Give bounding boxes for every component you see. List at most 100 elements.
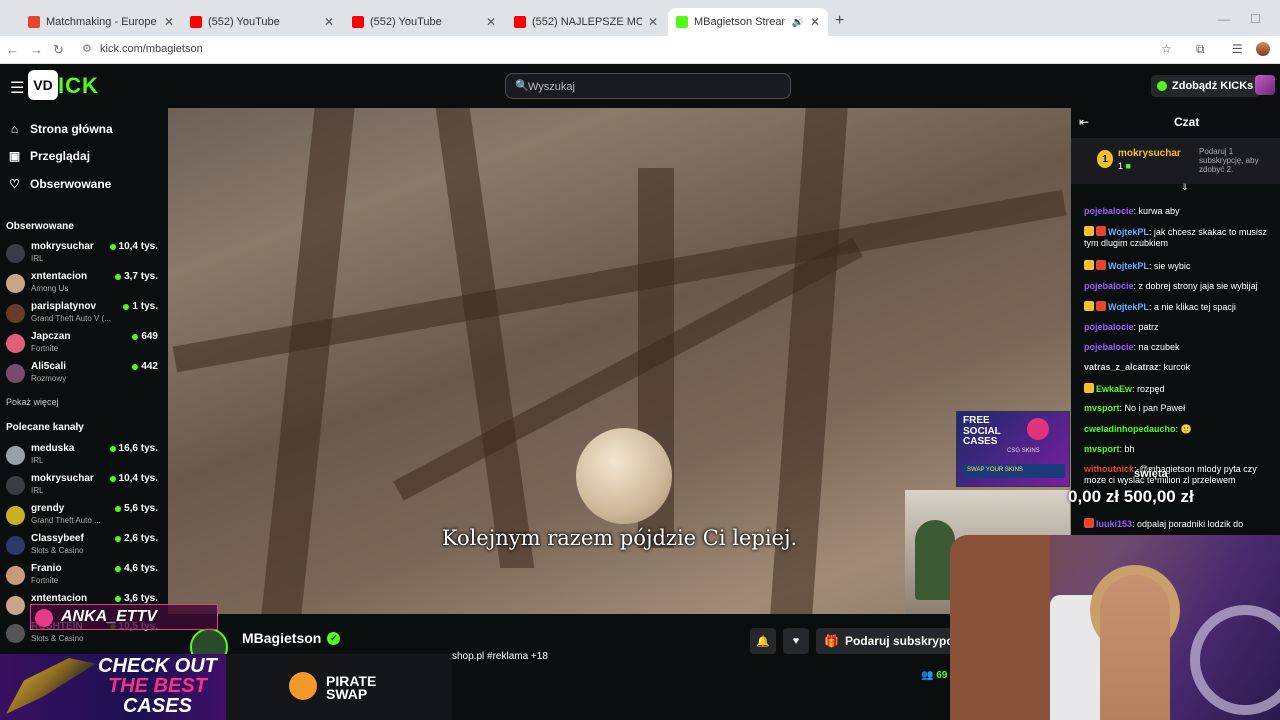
- close-icon[interactable]: ✕: [164, 15, 174, 29]
- channel-name: xntentacion: [31, 593, 88, 604]
- overlay-ad-brand: CSG SKINS: [1007, 448, 1040, 454]
- speaker-icon[interactable]: 🔊: [791, 17, 803, 28]
- url-field[interactable]: kick.com/mbagietson: [100, 43, 203, 55]
- scroll-down-icon[interactable]: ⇓: [1181, 182, 1189, 193]
- browser-tab[interactable]: (552) YouTube ✕: [182, 8, 342, 36]
- reload-icon[interactable]: ↻: [53, 42, 64, 58]
- channel-category: IRL: [31, 254, 44, 263]
- live-dot-icon: [132, 333, 139, 340]
- new-tab-icon[interactable]: +: [835, 12, 844, 30]
- tab-favicon-icon: [28, 16, 40, 28]
- minimize-icon[interactable]: —: [1218, 12, 1230, 26]
- followed-channel[interactable]: parisplatynov Grand Theft Auto V (... 1 …: [6, 301, 158, 329]
- site-info-icon[interactable]: ⚙: [82, 42, 92, 55]
- user-avatar[interactable]: [1255, 75, 1275, 95]
- maximize-icon[interactable]: ☐: [1250, 12, 1261, 26]
- menu-list-icon[interactable]: ☰: [1232, 42, 1243, 56]
- follow-heart-button[interactable]: ♥: [783, 628, 809, 654]
- hamburger-menu-icon[interactable]: ☰: [10, 78, 24, 98]
- stream-title: shop.pl #reklama +18: [452, 651, 548, 662]
- gift-icon: 🎁: [824, 634, 839, 648]
- channel-name: mokrysuchar: [31, 473, 94, 484]
- chat-message: pojebalocie: z dobrej strony jaja sie wy…: [1084, 281, 1258, 291]
- avatar: [6, 304, 25, 323]
- ad-banner-pirateswap[interactable]: PIRATE SWAP: [226, 654, 452, 720]
- browse-icon: ▣: [8, 149, 21, 163]
- instagram-icon: [1027, 418, 1049, 440]
- tab-title: Matchmaking - Europe 5v5 Qu: [46, 16, 158, 28]
- viewer-count-value: 649: [141, 331, 158, 342]
- search-icon: 🔍: [515, 80, 529, 92]
- avatar: [6, 506, 25, 525]
- browser-tab[interactable]: (552) NAJLEPSZE MOMENTY P ✕: [506, 8, 666, 36]
- ball-object: [576, 428, 672, 524]
- viewer-count: 5,6 tys.: [115, 503, 158, 514]
- channel-category: Fortnite: [31, 344, 59, 353]
- close-icon[interactable]: ✕: [486, 15, 496, 29]
- avatar: [6, 364, 25, 383]
- close-icon[interactable]: ✕: [324, 15, 334, 29]
- chat-message: pojebalocie: kurwa aby: [1084, 206, 1180, 216]
- nav-following[interactable]: ♡ Obserwowane: [8, 177, 111, 191]
- recommended-channel[interactable]: Classybeef Slots & Casino 2,6 tys.: [6, 533, 158, 561]
- logo-box-icon: VD: [28, 70, 58, 100]
- overlay-ad-free-cases[interactable]: FREE SOCIAL CASES CSG SKINS SWAP YOUR SK…: [956, 411, 1070, 487]
- pinned-gift-leaderboard[interactable]: 1 mokrysuchar 1 ■ Podaruj 1 subskrypcję,…: [1071, 138, 1280, 184]
- chat-message: luuki153: odpalaj poradniki lodzik do: [1084, 518, 1280, 530]
- ad-banner-pirateswap-text: PIRATE SWAP: [326, 673, 377, 703]
- browser-tab[interactable]: Matchmaking - Europe 5v5 Qu ✕: [20, 8, 182, 36]
- viewer-count-value: 2,6 tys.: [124, 533, 158, 544]
- show-more-link[interactable]: Pokaż więcej: [6, 397, 59, 407]
- viewer-count-value: 10,4 tys.: [118, 241, 158, 252]
- ad-banner-cases[interactable]: CHECK OUT THE BEST CASES: [0, 654, 226, 720]
- close-icon[interactable]: ✕: [810, 15, 820, 29]
- avatar: [6, 566, 25, 585]
- logo-text: ICK: [58, 73, 99, 98]
- viewer-count: 4,6 tys.: [115, 563, 158, 574]
- gift-subscription-button[interactable]: 🎁 Podaruj subskrypcje: [816, 628, 971, 654]
- followed-channel[interactable]: Ali5cali Rozmowy 442: [6, 361, 158, 389]
- channel-name: mokrysuchar: [31, 241, 94, 252]
- screen: Matchmaking - Europe 5v5 Qu ✕ (552) YouT…: [0, 0, 1280, 720]
- recommended-channel[interactable]: grendy Grand Theft Auto ... 5,6 tys.: [6, 503, 158, 531]
- back-icon[interactable]: ←: [6, 42, 19, 57]
- live-dot-icon: [109, 475, 116, 482]
- bookmark-star-icon[interactable]: ☆: [1161, 42, 1172, 56]
- channel-name: xntentacion: [31, 271, 88, 282]
- nav-home[interactable]: ⌂ Strona główna: [8, 122, 113, 136]
- search-box[interactable]: 🔍: [505, 73, 791, 99]
- forward-icon[interactable]: →: [30, 42, 43, 57]
- followed-channel[interactable]: mokrysuchar IRL 10,4 tys.: [6, 241, 158, 269]
- followed-channel[interactable]: xntentacion Among Us 3,7 tys.: [6, 271, 158, 299]
- recommended-channel[interactable]: mokrysuchar IRL 10,4 tys.: [6, 473, 158, 501]
- recommended-channel[interactable]: Franio Fortnite 4,6 tys.: [6, 563, 158, 591]
- recommended-channel[interactable]: meduska IRL 16,6 tys.: [6, 443, 158, 471]
- chat-title: Czat: [1174, 115, 1200, 129]
- channel-name: Classybeef: [31, 533, 84, 544]
- streamer-name[interactable]: MBagietson ✓: [242, 630, 341, 646]
- pinned-username: mokrysuchar: [1118, 148, 1181, 159]
- search-input[interactable]: [528, 77, 778, 97]
- overlay-ad-title: FREE SOCIAL CASES: [963, 415, 1001, 447]
- avatar: [6, 624, 25, 643]
- kick-logo[interactable]: VD ICK: [28, 70, 104, 100]
- collapse-chat-icon[interactable]: ⇤: [1079, 115, 1089, 129]
- live-dot-icon: [109, 445, 116, 452]
- get-kicks-label: Zdobądź KICKs: [1172, 80, 1254, 92]
- viewer-count: 16,6 tys.: [109, 443, 158, 454]
- nav-browse[interactable]: ▣ Przeglądaj: [8, 149, 90, 163]
- followed-channel[interactable]: Japczan Fortnite 649: [6, 331, 158, 359]
- channel-category: Grand Theft Auto V (...: [31, 314, 111, 323]
- youtube-icon: [514, 16, 526, 28]
- donation-goal-amount: 0,00 zł 500,00 zł: [1068, 487, 1194, 506]
- twitch-name: ANKA_ETTV: [61, 608, 158, 625]
- browser-profile-avatar[interactable]: [1256, 42, 1270, 56]
- close-icon[interactable]: ✕: [648, 15, 658, 29]
- user-icon: 👥: [921, 670, 937, 681]
- browser-tab[interactable]: (552) YouTube ✕: [344, 8, 504, 36]
- extensions-icon[interactable]: ⧉: [1196, 42, 1205, 57]
- browser-tab-active[interactable]: MBagietson Stream - Watc 🔊 ✕: [668, 8, 828, 36]
- nav-label: Obserwowane: [30, 177, 112, 191]
- notification-bell-button[interactable]: 🔔: [750, 628, 776, 654]
- get-kicks-button[interactable]: Zdobądź KICKs: [1151, 75, 1260, 97]
